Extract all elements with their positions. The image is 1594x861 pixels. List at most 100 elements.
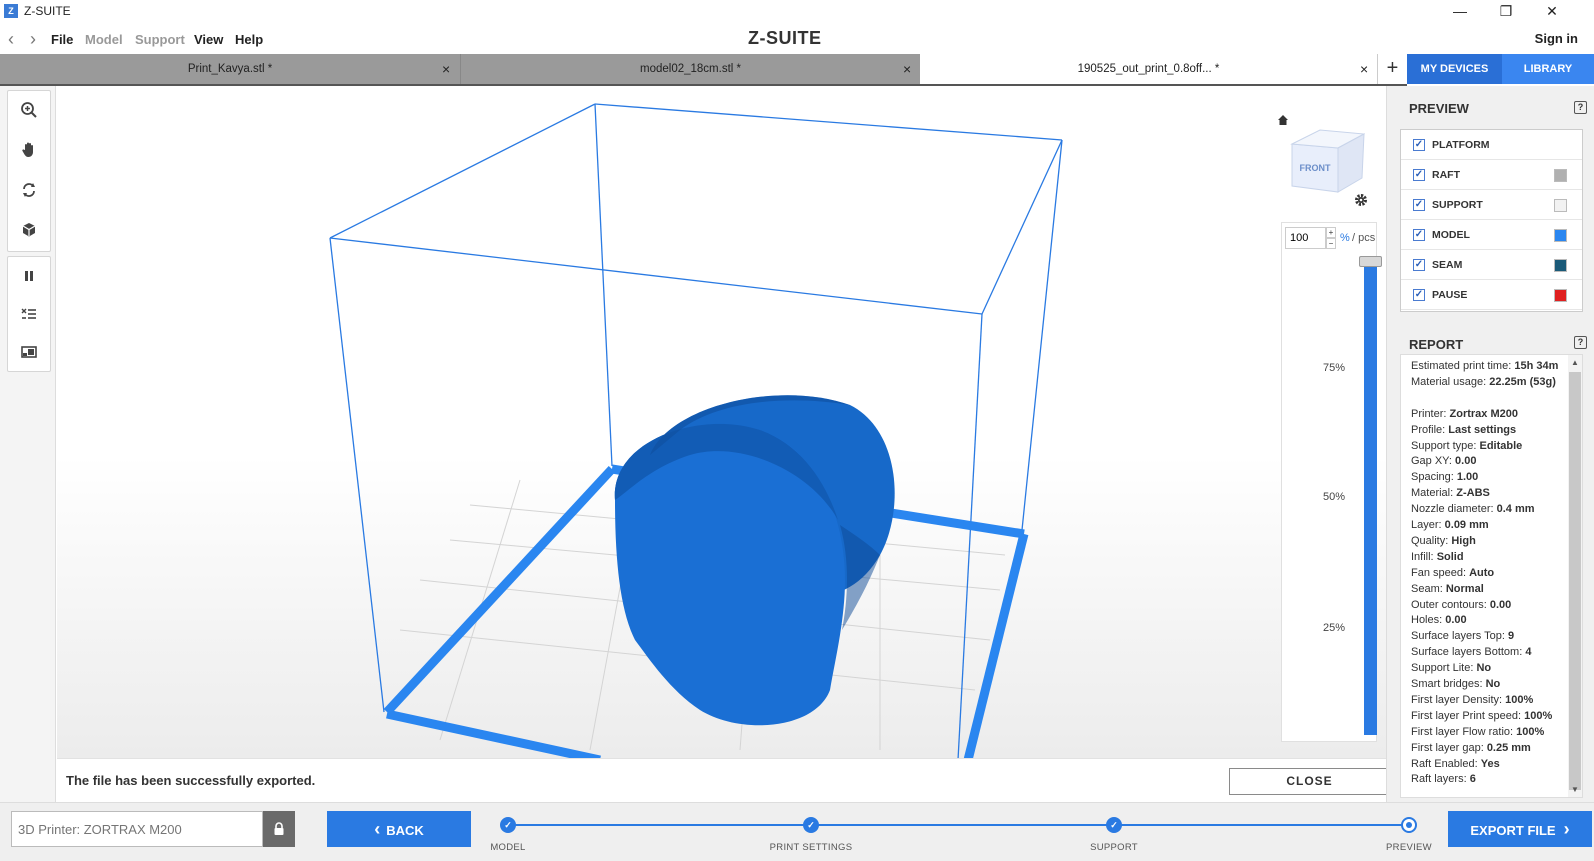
library-button[interactable]: LIBRARY <box>1502 54 1594 84</box>
printer-lock-button[interactable] <box>263 811 295 847</box>
tab-print-kavya[interactable]: Print_Kavya.stl * × <box>0 54 460 84</box>
back-label: BACK <box>386 823 424 838</box>
report-line: Surface layers Top: 9 <box>1411 630 1514 642</box>
home-icon[interactable] <box>1277 114 1289 129</box>
minimize-button[interactable]: — <box>1437 0 1483 24</box>
menu-help[interactable]: Help <box>235 32 263 47</box>
cube-face-label: FRONT <box>1300 163 1331 173</box>
nav-back-icon[interactable]: ‹ <box>8 29 14 50</box>
menu-support[interactable]: Support <box>135 32 185 47</box>
preview-item-raft[interactable]: ✓ RAFT <box>1401 160 1582 190</box>
report-value: No <box>1476 662 1492 675</box>
report-scroll-thumb[interactable] <box>1569 372 1581 790</box>
report-line: Estimated print time: 15h 34m <box>1411 360 1558 372</box>
preview-item-model[interactable]: ✓ MODEL <box>1401 220 1582 250</box>
report-value: 4 <box>1525 646 1532 659</box>
nav-cube[interactable]: FRONT <box>1290 126 1366 203</box>
layer-slider-handle[interactable] <box>1359 256 1382 267</box>
my-devices-button[interactable]: MY DEVICES <box>1407 54 1502 84</box>
layer-slider-track[interactable] <box>1364 259 1377 735</box>
step-dot-print-settings[interactable]: ✓ <box>803 817 819 833</box>
report-value: 0.25 mm <box>1486 741 1531 754</box>
add-tab-button[interactable]: + <box>1377 54 1407 84</box>
preview-item-seam[interactable]: ✓ SEAM <box>1401 250 1582 280</box>
layer-increase-button[interactable]: + <box>1326 227 1336 238</box>
layers-tool[interactable] <box>8 295 50 333</box>
report-key: Infill: <box>1411 550 1437 563</box>
step-dot-preview[interactable] <box>1401 817 1417 833</box>
scroll-down-icon[interactable]: ▼ <box>1571 785 1579 794</box>
report-line: Nozzle diameter: 0.4 mm <box>1411 503 1535 515</box>
menu-model[interactable]: Model <box>85 32 123 47</box>
menu-view[interactable]: View <box>194 32 223 47</box>
report-value: Yes <box>1480 757 1500 770</box>
restore-button[interactable]: ❐ <box>1483 0 1529 24</box>
screen-icon <box>21 346 37 358</box>
step-dot-support[interactable]: ✓ <box>1106 817 1122 833</box>
printer-field[interactable] <box>11 811 263 847</box>
tab-190525-out-print[interactable]: 190525_out_print_0.8off... * × <box>920 54 1377 84</box>
screen-tool[interactable] <box>8 333 50 371</box>
zoom-tool[interactable] <box>8 91 50 129</box>
scroll-up-icon[interactable]: ▲ <box>1571 358 1579 367</box>
sign-in-link[interactable]: Sign in <box>1535 31 1578 46</box>
checkbox[interactable]: ✓ <box>1413 139 1425 151</box>
report-line: Raft layers: 6 <box>1411 773 1476 785</box>
3d-viewport[interactable] <box>57 86 1386 758</box>
report-value: Z-ABS <box>1456 487 1490 500</box>
checkbox[interactable]: ✓ <box>1413 259 1425 271</box>
report-value: 100% <box>1524 709 1553 722</box>
checkbox[interactable]: ✓ <box>1413 199 1425 211</box>
unit-pieces-toggle[interactable]: / pcs <box>1352 232 1375 244</box>
scene-canvas[interactable] <box>57 86 1386 758</box>
view-cube-tool[interactable] <box>8 211 50 249</box>
close-status-button[interactable]: CLOSE <box>1229 768 1390 795</box>
preview-item-platform[interactable]: ✓ PLATFORM <box>1401 130 1582 160</box>
tab-close-icon[interactable]: × <box>903 54 911 84</box>
export-file-button[interactable]: EXPORT FILE › <box>1448 811 1592 847</box>
preview-help-icon[interactable]: ? <box>1574 101 1587 114</box>
nav-forward-icon[interactable]: › <box>30 29 36 50</box>
chevron-left-icon: ‹ <box>374 819 381 839</box>
pan-tool[interactable] <box>8 131 50 169</box>
preview-item-pause[interactable]: ✓ PAUSE <box>1401 280 1582 310</box>
report-line: Smart bridges: No <box>1411 678 1500 690</box>
color-swatch[interactable] <box>1554 289 1567 302</box>
menu-file[interactable]: File <box>51 32 73 47</box>
report-key: First layer Print speed: <box>1411 709 1525 722</box>
report-key: Printer: <box>1411 407 1450 420</box>
report-help-icon[interactable]: ? <box>1574 336 1587 349</box>
tab-model02[interactable]: model02_18cm.stl * × <box>460 54 920 84</box>
color-swatch[interactable] <box>1554 199 1567 212</box>
color-swatch[interactable] <box>1554 259 1567 272</box>
checkbox[interactable]: ✓ <box>1413 169 1425 181</box>
report-value: Zortrax M200 <box>1449 407 1518 420</box>
report-value: No <box>1485 678 1501 690</box>
tick-25: 25% <box>1323 622 1346 634</box>
export-label: EXPORT FILE <box>1470 823 1556 838</box>
tick-75: 75% <box>1323 362 1346 374</box>
step-dot-model[interactable]: ✓ <box>500 817 516 833</box>
rotate-tool[interactable] <box>8 171 50 209</box>
close-window-button[interactable]: ✕ <box>1529 0 1575 24</box>
checkbox[interactable]: ✓ <box>1413 229 1425 241</box>
tab-close-icon[interactable]: × <box>1360 54 1368 84</box>
layer-value-input[interactable] <box>1285 227 1326 249</box>
pause-tool[interactable] <box>8 257 50 295</box>
step-label: PRINT SETTINGS <box>769 842 853 853</box>
report-line: Printer: Zortrax M200 <box>1411 408 1518 420</box>
pause-icon <box>25 271 33 281</box>
report-line: First layer Density: 100% <box>1411 694 1533 706</box>
report-line: Outer contours: 0.00 <box>1411 599 1511 611</box>
color-swatch[interactable] <box>1554 169 1567 182</box>
gear-icon[interactable] <box>1354 193 1368 210</box>
tab-close-icon[interactable]: × <box>442 54 450 84</box>
unit-percent-toggle[interactable]: % <box>1340 232 1350 244</box>
layer-decrease-button[interactable]: − <box>1326 238 1336 249</box>
color-swatch[interactable] <box>1554 229 1567 242</box>
checkbox[interactable]: ✓ <box>1413 289 1425 301</box>
report-key: Material: <box>1411 487 1457 500</box>
report-value: 0.09 mm <box>1444 519 1489 531</box>
preview-item-support[interactable]: ✓ SUPPORT <box>1401 190 1582 220</box>
report-key: Gap XY: <box>1411 455 1456 468</box>
